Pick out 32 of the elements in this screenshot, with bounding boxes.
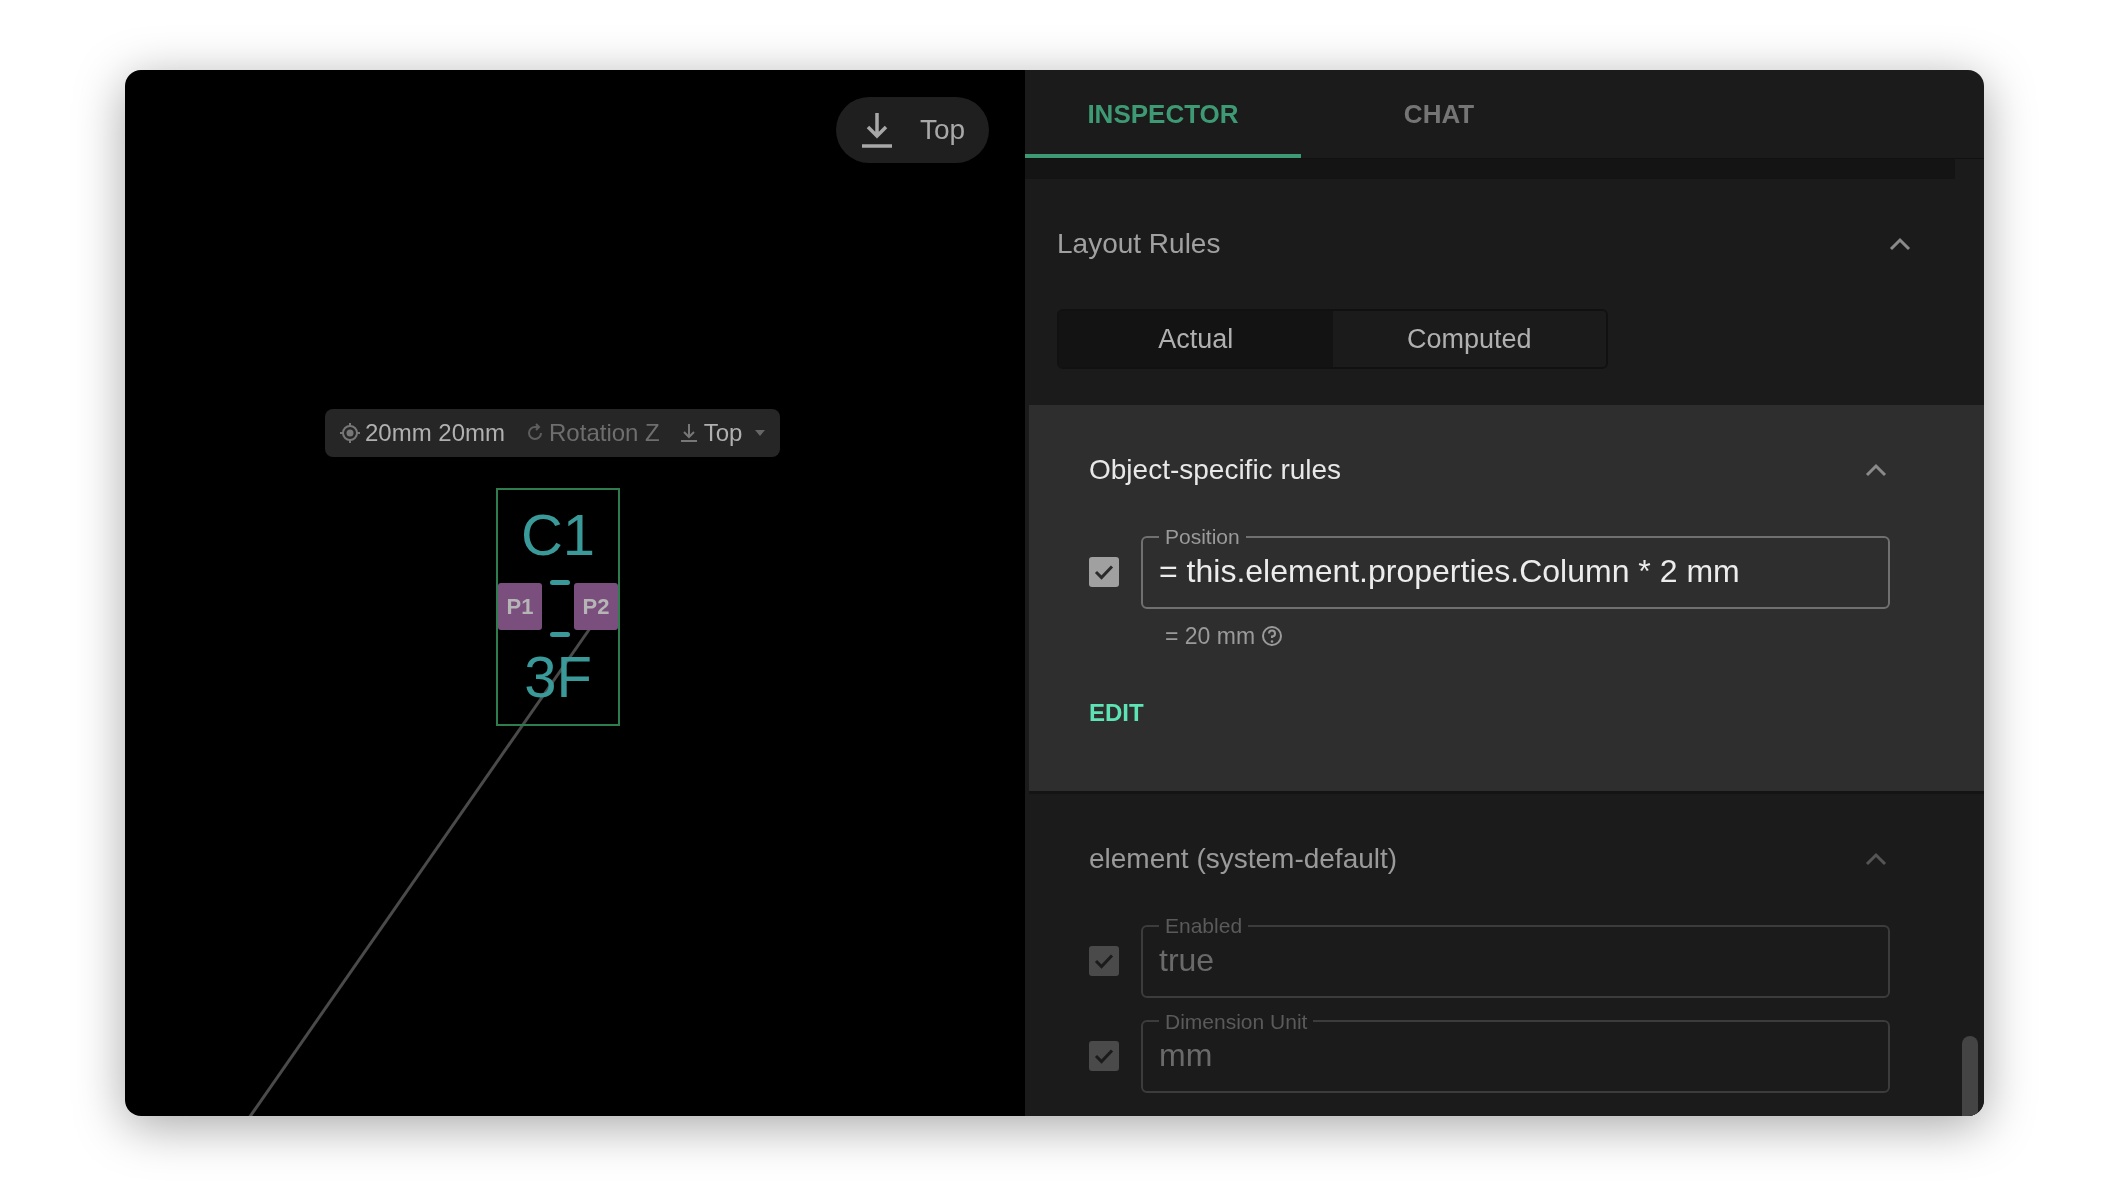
scrollbar-thumb[interactable]: [1962, 1036, 1978, 1116]
checkbox[interactable]: [1089, 556, 1119, 587]
check-icon: [1094, 952, 1114, 969]
crosshair-icon: [339, 422, 361, 444]
dropdown-caret-icon[interactable]: [754, 429, 767, 437]
chevron-up-icon[interactable]: [1864, 852, 1888, 866]
computed-result: = 20 mm: [1165, 621, 1256, 651]
silkscreen-mark: [550, 632, 570, 637]
mode-option[interactable]: Actual: [1059, 311, 1333, 367]
check-icon: [1094, 1048, 1114, 1065]
chevron-up-icon[interactable]: [1864, 463, 1888, 477]
panel-tab[interactable]: CHAT: [1301, 70, 1577, 158]
edit-button[interactable]: EDIT: [1089, 695, 1144, 731]
download-arrow-icon: [679, 423, 698, 443]
pad[interactable]: P2: [574, 583, 618, 630]
side-select[interactable]: Top: [703, 415, 743, 451]
check-icon: [1094, 563, 1114, 580]
checkbox[interactable]: [1089, 945, 1119, 976]
component-value: 3F: [523, 643, 593, 711]
component-designator: C1: [519, 501, 597, 569]
checkbox[interactable]: [1089, 1041, 1119, 1072]
section-title: Object-specific rules: [1089, 453, 1342, 487]
view-side-button[interactable]: Top: [836, 97, 990, 163]
help-icon[interactable]: [1261, 624, 1284, 647]
position-text[interactable]: 20mm 20mm: [365, 415, 506, 451]
component-outline[interactable]: C1 P1 P2 3F: [496, 488, 620, 726]
chevron-up-icon[interactable]: [1888, 237, 1912, 251]
download-arrow-icon: [860, 111, 894, 149]
panel-heading: Layout Rules: [1057, 227, 1221, 261]
silkscreen-mark: [550, 580, 570, 585]
section-title: element (system-default): [1089, 842, 1398, 876]
pad[interactable]: P1: [498, 583, 542, 630]
